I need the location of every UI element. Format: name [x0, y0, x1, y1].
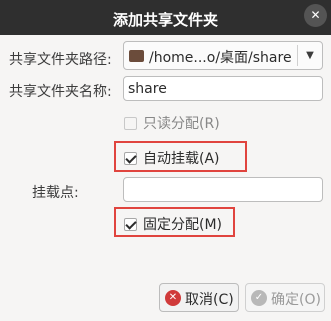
cancel-label: 取消(C) — [185, 292, 234, 308]
close-button[interactable]: ✕ — [304, 4, 327, 27]
path-combobox[interactable]: /home...o/桌面/share ▼ — [123, 41, 323, 70]
automount-label: 自动挂载(A) — [143, 151, 220, 167]
ok-button[interactable]: ✓ 确定(O) — [245, 283, 325, 312]
mountpoint-input[interactable] — [123, 177, 323, 202]
ok-label: 确定(O) — [271, 292, 321, 308]
check-icon: ✓ — [251, 290, 267, 306]
chevron-down-icon[interactable]: ▼ — [297, 45, 322, 66]
name-label: 共享文件夹名称: — [9, 84, 112, 100]
cancel-button[interactable]: ✕ 取消(C) — [159, 283, 239, 312]
window-title: 添加共享文件夹 — [112, 11, 218, 29]
permanent-checkbox-row[interactable]: 固定分配(M) — [124, 214, 222, 234]
path-value: /home...o/桌面/share — [149, 50, 292, 66]
cancel-icon: ✕ — [165, 290, 181, 306]
permanent-checkbox[interactable] — [124, 218, 137, 231]
automount-checkbox-row[interactable]: 自动挂载(A) — [124, 148, 220, 168]
automount-checkbox[interactable] — [124, 152, 137, 165]
readonly-label: 只读分配(R) — [143, 116, 220, 132]
mountpoint-label: 挂载点: — [32, 185, 79, 201]
readonly-checkbox[interactable] — [124, 117, 137, 130]
permanent-label: 固定分配(M) — [143, 217, 223, 233]
folder-icon — [129, 50, 144, 62]
readonly-checkbox-row[interactable]: 只读分配(R) — [124, 113, 220, 133]
path-label: 共享文件夹路径: — [9, 52, 112, 68]
name-input[interactable] — [123, 76, 323, 101]
title-bar: 添加共享文件夹 ✕ — [0, 0, 331, 35]
close-icon: ✕ — [310, 8, 321, 22]
